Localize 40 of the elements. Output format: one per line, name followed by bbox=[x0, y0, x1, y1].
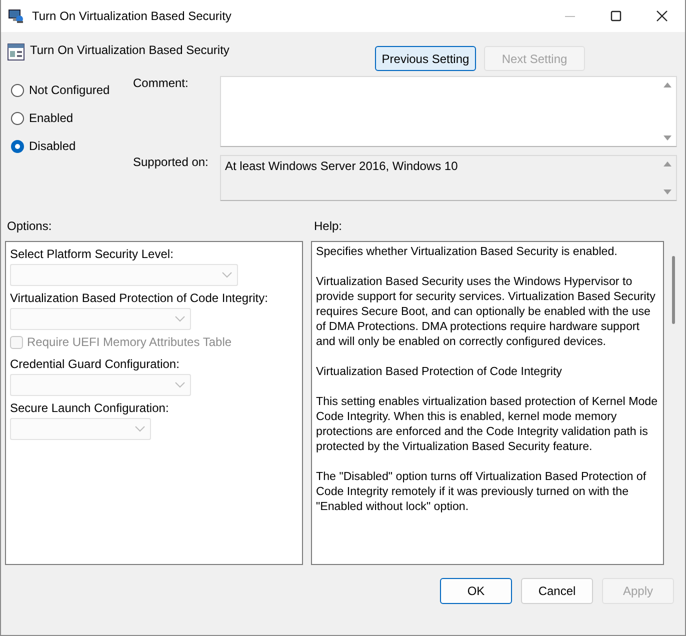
options-label: Options: bbox=[6, 219, 53, 235]
setting-title: Turn On Virtualization Based Security bbox=[30, 43, 230, 57]
option-label: Secure Launch Configuration: bbox=[10, 401, 170, 417]
radio-label: Disabled bbox=[29, 139, 76, 153]
comment-label: Comment: bbox=[133, 76, 190, 92]
policy-icon bbox=[7, 43, 25, 61]
previous-setting-button[interactable]: Previous Setting bbox=[375, 46, 476, 71]
radio-label: Not Configured bbox=[29, 83, 110, 97]
window-title: Turn On Virtualization Based Security bbox=[32, 9, 232, 23]
radio-label: Enabled bbox=[29, 111, 74, 125]
chevron-down-icon bbox=[175, 316, 185, 322]
option-label: Credential Guard Configuration: bbox=[10, 357, 180, 373]
checkbox-label: Require UEFI Memory Attributes Table bbox=[27, 335, 232, 349]
supported-on-label: Supported on: bbox=[133, 155, 210, 171]
help-paragraph: This setting enables virtualization based protection of Kernel Mode Code Integrity. When this is enabled, kernel mode memory protections are enforced and the Code Integrity validation path is protected by the Virtualization Based Security feature. bbox=[316, 394, 659, 454]
scroll-down-arrow-icon[interactable] bbox=[663, 189, 672, 195]
radio-button[interactable] bbox=[11, 140, 24, 152]
help-paragraph: Virtualization Based Protection of Code Integrity bbox=[316, 364, 563, 379]
option-label: Virtualization Based Protection of Code Integrity: bbox=[10, 291, 269, 307]
scroll-up-arrow-icon[interactable] bbox=[663, 82, 672, 88]
close-icon[interactable] bbox=[656, 10, 668, 22]
scrollbar-thumb[interactable] bbox=[672, 256, 675, 324]
scroll-down-arrow-icon[interactable] bbox=[663, 135, 672, 141]
radio-button[interactable] bbox=[11, 112, 24, 124]
chevron-down-icon bbox=[222, 272, 232, 278]
chevron-down-icon bbox=[175, 382, 185, 388]
ok-button[interactable]: OK bbox=[440, 578, 512, 604]
help-paragraph: Virtualization Based Security uses the Windows Hypervisor to provide support for security services. Virtualization Based Security requires Secure Boot, and can optionally be enabled with the use of DMA Protections. DMA protections require hardware support and will only be enabled on correctly configured devices. bbox=[316, 274, 656, 349]
computer-icon bbox=[8, 8, 24, 24]
option-label: Select Platform Security Level: bbox=[10, 247, 174, 263]
scroll-up-arrow-icon[interactable] bbox=[663, 161, 672, 167]
supported-on-text: At least Windows Server 2016, Windows 10 bbox=[225, 159, 458, 173]
help-label: Help: bbox=[314, 219, 342, 235]
comment-field[interactable] bbox=[220, 76, 677, 147]
radio-button[interactable] bbox=[11, 84, 24, 96]
chevron-down-icon bbox=[135, 426, 145, 432]
cancel-button[interactable]: Cancel bbox=[521, 578, 593, 604]
maximize-icon[interactable] bbox=[610, 10, 622, 22]
help-paragraph: Specifies whether Virtualization Based Security is enabled. bbox=[316, 244, 618, 259]
help-paragraph: The "Disabled" option turns off Virtualization Based Protection of Code Integrity remotely if it was previously turned on with the "Enabled without lock" option. bbox=[316, 469, 648, 514]
